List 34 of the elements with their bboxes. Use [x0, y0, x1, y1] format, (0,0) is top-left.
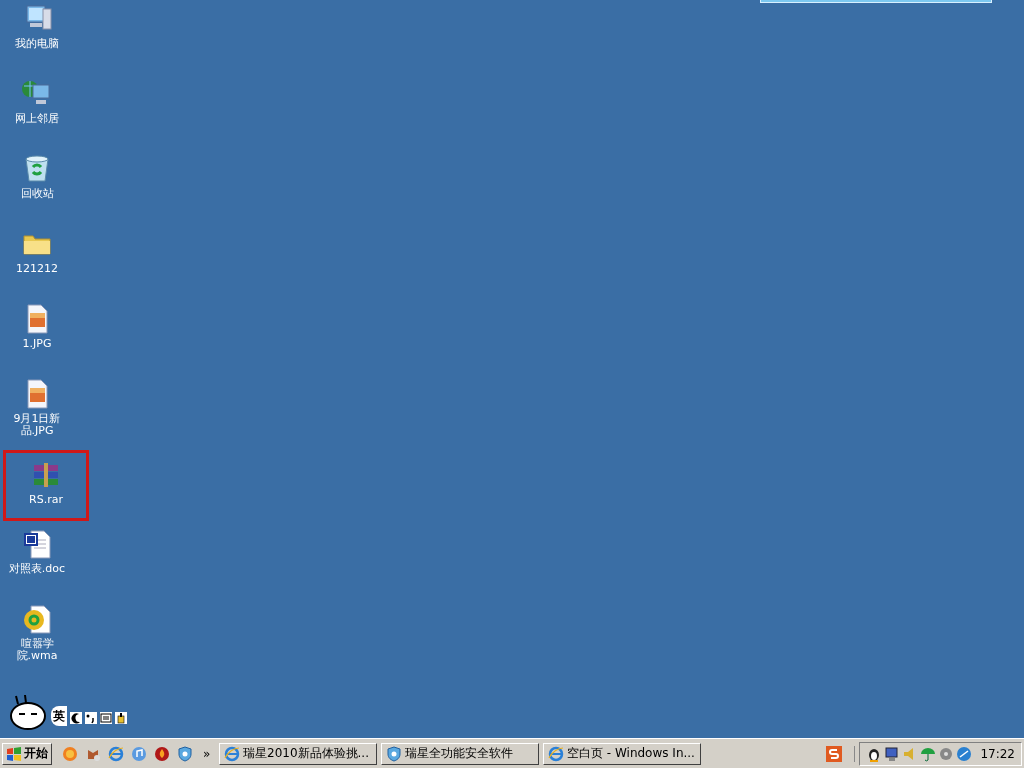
- input-method-bar[interactable]: 英: [8, 688, 142, 730]
- icon-label[interactable]: 1.JPG: [1, 338, 73, 350]
- taskbar-button[interactable]: 空白页 - Windows In...: [543, 742, 701, 765]
- icon-label[interactable]: 回收站: [1, 188, 73, 200]
- monitor-icon[interactable]: [884, 745, 901, 762]
- document-icon[interactable]: [21, 528, 53, 560]
- input-mode-label[interactable]: 英: [51, 706, 67, 726]
- rabbit-icon: [8, 694, 48, 730]
- audio-file-icon[interactable]: [21, 603, 53, 635]
- start-button[interactable]: 开始: [2, 742, 52, 765]
- internet-explorer-icon: [224, 745, 240, 762]
- flame-icon[interactable]: [154, 745, 170, 762]
- icon-label[interactable]: 9月1日新品.JPG: [1, 413, 73, 437]
- shield-icon: [386, 745, 402, 762]
- clock: 17:22: [980, 746, 1015, 761]
- internet-explorer-icon: [548, 745, 564, 762]
- punctuation-icon[interactable]: [85, 712, 97, 724]
- music-icon[interactable]: [131, 745, 147, 762]
- windows-logo-icon: [6, 745, 22, 762]
- tool-icon[interactable]: [115, 712, 127, 724]
- icon-label[interactable]: 喧嚣学院.wma: [1, 638, 73, 662]
- icon-label[interactable]: 对照表.doc: [1, 563, 73, 575]
- shield-icon[interactable]: [177, 745, 193, 762]
- icon-label[interactable]: 网上邻居: [1, 113, 73, 125]
- keyboard-icon[interactable]: [100, 712, 112, 724]
- more-button[interactable]: »: [203, 746, 215, 761]
- s-icon[interactable]: [826, 745, 843, 762]
- icon-label[interactable]: 121212: [1, 263, 73, 275]
- icon-label[interactable]: RS.rar: [10, 494, 82, 506]
- taskbar-button[interactable]: 瑞星全功能安全软件: [381, 742, 539, 765]
- moon-icon[interactable]: [70, 712, 82, 724]
- internet-explorer-icon[interactable]: [108, 745, 124, 762]
- icon-label[interactable]: 我的电脑: [1, 38, 73, 50]
- taskbar-button[interactable]: 瑞星2010新品体验挑...: [219, 742, 377, 765]
